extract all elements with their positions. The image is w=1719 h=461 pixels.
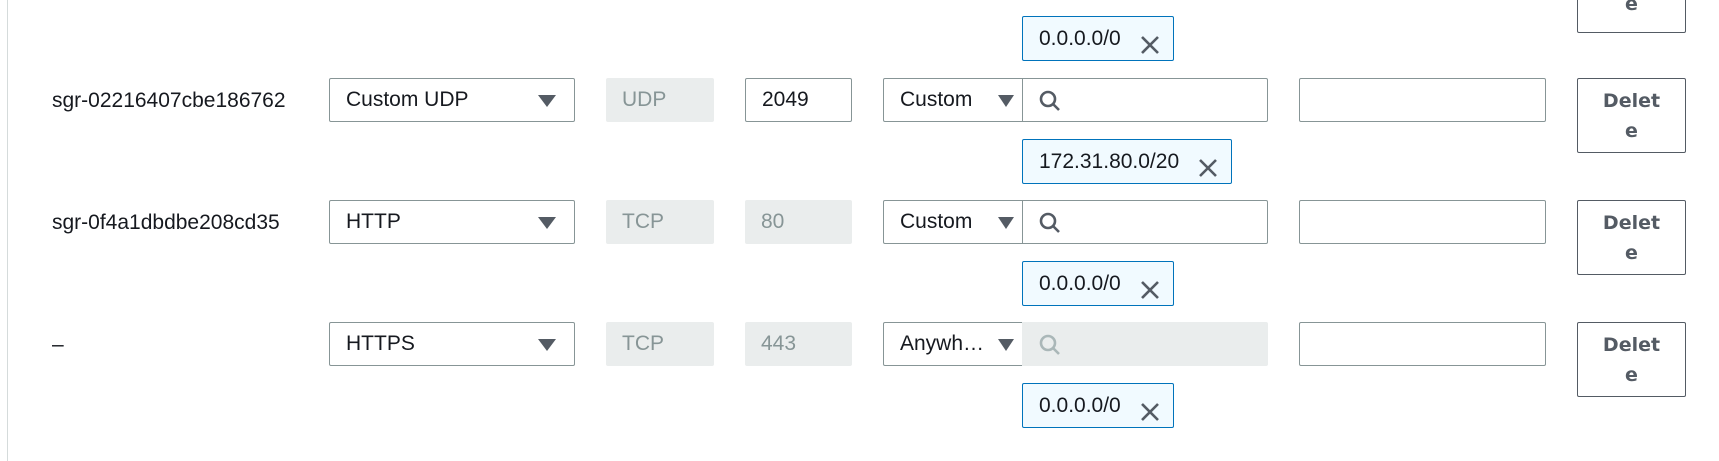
caret-down-icon	[538, 217, 556, 229]
description-input[interactable]	[1299, 78, 1546, 122]
source-type-select[interactable]: Custom	[883, 78, 1023, 122]
delete-button[interactable]: Delete	[1577, 322, 1686, 397]
source-type-value: Custom	[900, 210, 973, 233]
close-icon[interactable]	[1197, 151, 1219, 194]
inbound-rule-row: sgr-0f4a1dbdbe208cd35 HTTP TCP 80 Custom…	[0, 200, 1719, 322]
close-icon[interactable]	[1139, 28, 1161, 71]
caret-down-icon	[538, 95, 556, 107]
port-range-field: 443	[745, 322, 852, 366]
source-search-input[interactable]	[1022, 200, 1268, 244]
port-range-input[interactable]: 2049	[745, 78, 852, 122]
protocol-field: TCP	[606, 322, 714, 366]
type-select-value: Custom UDP	[346, 88, 469, 111]
type-select[interactable]: Custom UDP	[329, 78, 575, 122]
type-select[interactable]: HTTP	[329, 200, 575, 244]
description-input[interactable]	[1299, 322, 1546, 366]
type-select-value: HTTPS	[346, 332, 415, 355]
caret-down-icon	[998, 95, 1014, 107]
search-icon	[1039, 212, 1060, 233]
delete-button[interactable]: Delete	[1577, 0, 1686, 33]
source-cidr-token: 172.31.80.0/20	[1022, 139, 1233, 184]
caret-down-icon	[538, 339, 556, 351]
source-cidr-token: 0.0.0.0/0	[1022, 383, 1174, 428]
source-cidr-label: 0.0.0.0/0	[1039, 27, 1121, 50]
source-type-select[interactable]: Anywh…	[883, 322, 1023, 366]
caret-down-icon	[998, 217, 1014, 229]
type-select[interactable]: HTTPS	[329, 322, 575, 366]
source-search-input[interactable]	[1022, 78, 1268, 122]
search-icon	[1039, 90, 1060, 111]
search-icon	[1039, 334, 1060, 355]
inbound-rule-row: – HTTPS TCP 443 Anywh… Delete 0.0.0.0/0	[0, 322, 1719, 444]
type-select-value: HTTP	[346, 210, 401, 233]
delete-button[interactable]: Delete	[1577, 78, 1686, 153]
source-cidr-token: 0.0.0.0/0	[1022, 16, 1174, 61]
port-range-field: 80	[745, 200, 852, 244]
security-group-rule-id: –	[52, 333, 64, 356]
source-type-select[interactable]: Custom	[883, 200, 1023, 244]
protocol-field: TCP	[606, 200, 714, 244]
inbound-rule-row: sgr-02216407cbe186762 Custom UDP UDP 204…	[0, 78, 1719, 200]
security-group-rule-id: sgr-0f4a1dbdbe208cd35	[52, 211, 280, 234]
source-type-value: Custom	[900, 88, 973, 111]
close-icon[interactable]	[1139, 273, 1161, 316]
delete-button[interactable]: Delete	[1577, 200, 1686, 275]
source-cidr-token: 0.0.0.0/0	[1022, 261, 1174, 306]
caret-down-icon	[998, 339, 1014, 351]
protocol-field: UDP	[606, 78, 714, 122]
description-input[interactable]	[1299, 200, 1546, 244]
close-icon[interactable]	[1139, 395, 1161, 438]
security-group-rule-id: sgr-02216407cbe186762	[52, 89, 286, 112]
source-search-input	[1022, 322, 1268, 366]
source-cidr-label: 0.0.0.0/0	[1039, 394, 1121, 417]
source-cidr-label: 0.0.0.0/0	[1039, 272, 1121, 295]
source-cidr-label: 172.31.80.0/20	[1039, 150, 1180, 173]
source-type-value: Anywh…	[900, 332, 985, 355]
